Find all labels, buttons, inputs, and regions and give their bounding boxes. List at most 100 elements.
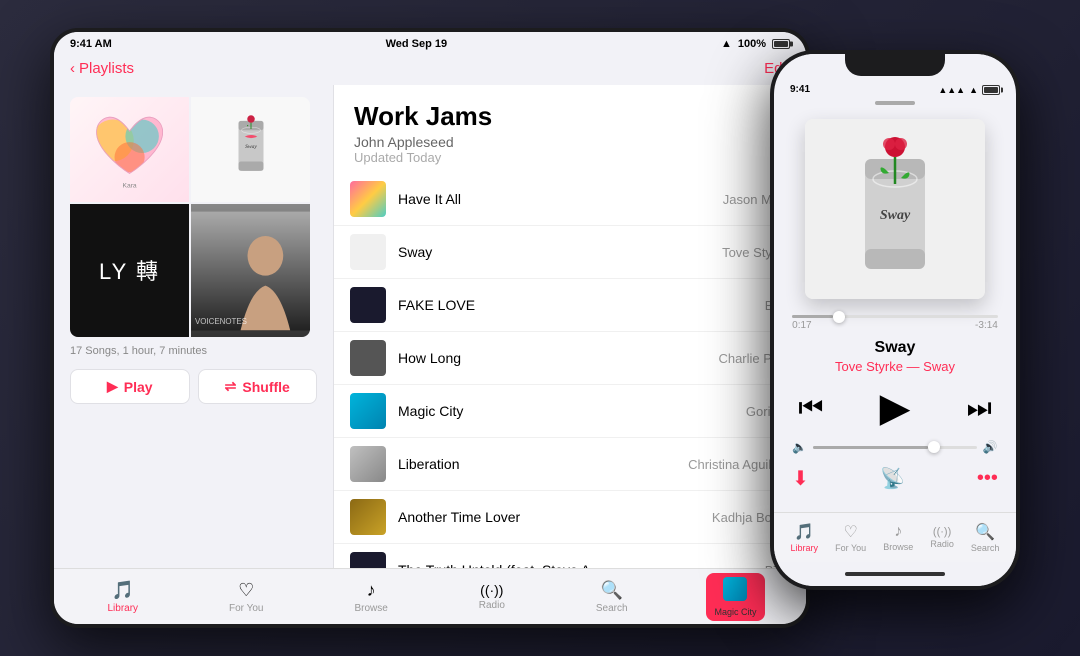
svg-text:Sway: Sway bbox=[880, 208, 911, 223]
for-you-icon: ♡ bbox=[843, 522, 857, 542]
tablet-tab-bar: 🎵 Library ♡ For You ♪ Browse ((·)) Radio… bbox=[54, 568, 806, 624]
song-thumbnail bbox=[350, 446, 386, 482]
library-icon: 🎵 bbox=[794, 522, 814, 542]
scene: 9:41 AM Wed Sep 19 ▲ 100% ‹ Playlists Ed… bbox=[0, 0, 1080, 656]
album-grid: Kara Sway bbox=[70, 97, 310, 337]
swipe-indicator bbox=[875, 101, 915, 105]
volume-knob[interactable] bbox=[928, 441, 940, 453]
shuffle-icon: ⇌ bbox=[225, 378, 237, 395]
download-icon[interactable]: ⬇ bbox=[792, 466, 809, 491]
shuffle-button[interactable]: ⇌ Shuffle bbox=[198, 369, 318, 404]
play-icon: ▶ bbox=[107, 378, 118, 395]
phone-tab-search[interactable]: 🔍 Search bbox=[971, 522, 1000, 553]
battery-icon bbox=[772, 39, 790, 49]
wifi-icon: ▲ bbox=[969, 85, 978, 95]
list-item[interactable]: How Long Charlie Puth bbox=[334, 332, 806, 385]
volume-bar[interactable] bbox=[813, 446, 977, 449]
playlist-title: Work Jams bbox=[354, 101, 786, 132]
airplay-icon[interactable]: 📡 bbox=[880, 466, 905, 491]
signal-icon: ▲▲▲ bbox=[938, 85, 965, 95]
tab-library[interactable]: 🎵 Library bbox=[95, 576, 150, 618]
phone-notch bbox=[774, 54, 1016, 82]
phone-progress: 0:17 -3:14 bbox=[792, 315, 998, 331]
now-playing-thumb bbox=[723, 577, 747, 601]
phone-tab-for-you[interactable]: ♡ For You bbox=[835, 522, 866, 553]
rewind-button[interactable]: ⏮ bbox=[798, 394, 823, 422]
song-title: Sway bbox=[398, 244, 714, 260]
now-playing-mini-label: Magic City bbox=[714, 607, 756, 617]
tablet-main: Kara Sway bbox=[54, 85, 806, 568]
phone-home-indicator bbox=[774, 562, 1016, 586]
fast-forward-button[interactable]: ⏭ bbox=[967, 394, 992, 422]
tablet-device: 9:41 AM Wed Sep 19 ▲ 100% ‹ Playlists Ed… bbox=[50, 28, 810, 628]
song-thumbnail bbox=[350, 287, 386, 323]
song-title: FAKE LOVE bbox=[398, 297, 757, 313]
time-elapsed: 0:17 bbox=[792, 320, 811, 331]
playlist-header: Work Jams John Appleseed Updated Today bbox=[334, 85, 806, 173]
back-label: Playlists bbox=[79, 60, 134, 77]
browse-icon: ♪ bbox=[894, 523, 902, 541]
back-button[interactable]: ‹ Playlists bbox=[70, 60, 134, 77]
album-cell-bts: LY 轉 bbox=[70, 204, 189, 337]
progress-fill bbox=[792, 315, 833, 318]
list-item[interactable]: Liberation Christina Aguilera bbox=[334, 438, 806, 491]
phone-tab-library[interactable]: 🎵 Library bbox=[791, 522, 819, 553]
tablet-status-bar: 9:41 AM Wed Sep 19 ▲ 100% bbox=[54, 32, 806, 56]
list-item[interactable]: Magic City Gorillaz bbox=[334, 385, 806, 438]
song-thumbnail bbox=[350, 340, 386, 376]
search-icon: 🔍 bbox=[975, 522, 995, 542]
list-item[interactable]: Have It All Jason Mraz bbox=[334, 173, 806, 226]
library-label: Library bbox=[791, 543, 819, 553]
phone-tab-bar: 🎵 Library ♡ For You ♪ Browse ((·)) Radio… bbox=[774, 512, 1016, 562]
song-title: Magic City bbox=[398, 403, 738, 419]
phone-content: Sway bbox=[774, 95, 1016, 512]
list-item[interactable]: Another Time Lover Kadhja Bonet bbox=[334, 491, 806, 544]
left-panel: Kara Sway bbox=[54, 85, 334, 568]
tab-browse[interactable]: ♪ Browse bbox=[342, 576, 399, 618]
browse-label: Browse bbox=[883, 542, 913, 552]
phone-controls: ⏮ ▶ ⏭ bbox=[798, 388, 992, 428]
svg-text:Sway: Sway bbox=[245, 144, 257, 150]
phone-time: 9:41 bbox=[790, 84, 810, 95]
song-thumbnail bbox=[350, 552, 386, 568]
list-item[interactable]: The Truth Untold (feat. Steve A... BTS bbox=[334, 544, 806, 568]
battery-icon bbox=[982, 85, 1000, 95]
album-cell-sway: Sway bbox=[191, 97, 310, 202]
volume-low-icon: 🔈 bbox=[792, 440, 807, 454]
right-panel: Work Jams John Appleseed Updated Today H… bbox=[334, 85, 806, 568]
phone-album-art: Sway bbox=[805, 119, 985, 299]
action-buttons: ▶ Play ⇌ Shuffle bbox=[70, 369, 317, 404]
playlist-stats: 17 Songs, 1 hour, 7 minutes bbox=[70, 345, 317, 357]
list-item[interactable]: Sway Tove Styrke bbox=[334, 226, 806, 279]
tablet-nav: ‹ Playlists Edit bbox=[54, 56, 806, 85]
phone-tab-radio[interactable]: ((·)) Radio bbox=[930, 526, 954, 549]
tab-radio[interactable]: ((·)) Radio bbox=[467, 578, 517, 615]
song-thumbnail bbox=[350, 499, 386, 535]
radio-label: Radio bbox=[930, 539, 954, 549]
battery-level: 100% bbox=[738, 38, 766, 50]
phone-tab-browse[interactable]: ♪ Browse bbox=[883, 523, 913, 552]
play-pause-button[interactable]: ▶ bbox=[880, 388, 911, 428]
song-title: Liberation bbox=[398, 456, 680, 472]
for-you-icon: ♡ bbox=[238, 580, 254, 601]
time-remaining: -3:14 bbox=[975, 320, 998, 331]
tab-search[interactable]: 🔍 Search bbox=[584, 576, 640, 618]
play-button[interactable]: ▶ Play bbox=[70, 369, 190, 404]
notch-cutout bbox=[845, 54, 945, 76]
phone-status-bar: 9:41 ▲▲▲ ▲ bbox=[774, 82, 1016, 95]
tab-browse-label: Browse bbox=[354, 603, 387, 614]
progress-bar[interactable] bbox=[792, 315, 998, 318]
tablet-status-right: ▲ 100% bbox=[721, 38, 790, 50]
phone-song-title: Sway bbox=[835, 339, 955, 357]
playlist-author: John Appleseed bbox=[354, 134, 786, 150]
song-thumbnail bbox=[350, 234, 386, 270]
progress-knob[interactable] bbox=[833, 311, 845, 323]
tab-for-you[interactable]: ♡ For You bbox=[217, 576, 275, 618]
phone-actions: ⬇ 📡 ••• bbox=[792, 466, 998, 491]
tab-now-playing[interactable]: Magic City bbox=[706, 573, 764, 621]
list-item[interactable]: FAKE LOVE BTS bbox=[334, 279, 806, 332]
more-options-icon[interactable]: ••• bbox=[977, 467, 998, 490]
song-title: Another Time Lover bbox=[398, 509, 704, 525]
svg-text:Kara: Kara bbox=[122, 183, 136, 190]
svg-text:VOICENOTES: VOICENOTES bbox=[195, 317, 247, 326]
